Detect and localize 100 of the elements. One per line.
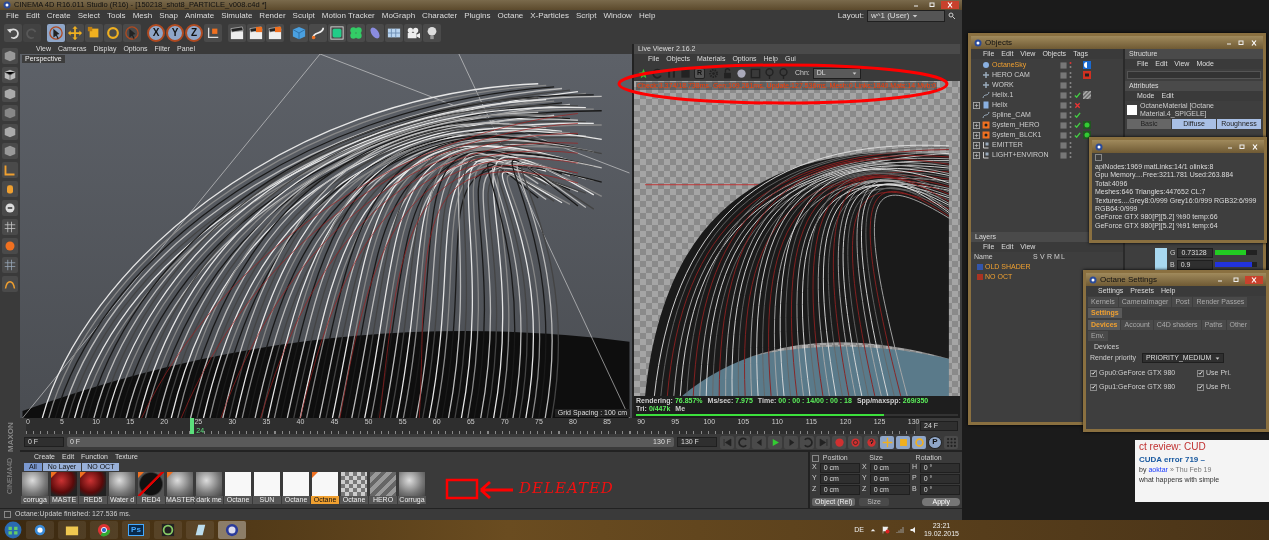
parameter-key-button[interactable]: P <box>928 435 942 449</box>
side-tool-button[interactable] <box>2 162 18 178</box>
menu-item[interactable]: MoGraph <box>381 11 416 21</box>
menu-item[interactable]: Create <box>46 11 71 21</box>
render-button[interactable] <box>266 24 284 42</box>
menu-item[interactable]: Animate <box>184 11 215 21</box>
side-tool-button[interactable] <box>2 67 18 83</box>
device-checkbox[interactable] <box>1090 383 1097 391</box>
menu-item[interactable]: X-Particles <box>530 11 569 21</box>
app-icon <box>97 523 111 537</box>
menu-item[interactable]: Simulate <box>221 11 253 21</box>
taskbar-app[interactable] <box>218 521 246 539</box>
menu-item[interactable]: Plugins <box>464 11 491 21</box>
object-button[interactable] <box>423 24 441 42</box>
chevron-up-icon[interactable] <box>869 527 876 533</box>
transport-button[interactable] <box>912 435 926 449</box>
side-tool-button[interactable] <box>2 181 18 197</box>
tool-button[interactable] <box>66 24 84 42</box>
menu-item[interactable]: File <box>6 11 19 21</box>
pause-icon[interactable] <box>666 68 677 79</box>
restart-icon[interactable] <box>652 68 663 79</box>
checkbox[interactable] <box>1095 154 1102 161</box>
app-icon <box>33 523 47 537</box>
start-orb-icon[interactable] <box>4 521 22 539</box>
transport-button[interactable] <box>896 435 910 449</box>
menu-item[interactable]: Help <box>638 11 656 21</box>
tool-button[interactable] <box>85 24 103 42</box>
flag-icon[interactable] <box>881 526 890 534</box>
axis-button[interactable]: X <box>147 24 165 42</box>
side-tool-button[interactable] <box>2 219 18 235</box>
taskbar-app[interactable] <box>58 521 86 539</box>
transport-button[interactable] <box>768 435 782 449</box>
move-cross-icon <box>68 26 82 40</box>
side-tool-button[interactable] <box>2 200 18 216</box>
caret-icon <box>912 13 919 19</box>
clapperboard-icon <box>268 26 282 40</box>
menu-item[interactable]: Select <box>77 11 100 21</box>
axis-button[interactable]: Y <box>166 24 184 42</box>
use-priority-checkbox[interactable] <box>1197 369 1204 377</box>
app-icon <box>193 523 207 537</box>
magnet-icon <box>4 202 16 214</box>
menu-item[interactable]: Motion Tracker <box>321 11 375 21</box>
taskbar-app[interactable]: Ps <box>122 521 150 539</box>
taskbar-app[interactable] <box>90 521 118 539</box>
maximize-icon[interactable] <box>1236 38 1246 47</box>
curve-icon <box>4 278 16 290</box>
menu-item[interactable]: Octane <box>497 11 524 21</box>
expand-icon <box>973 151 980 159</box>
object-button[interactable] <box>290 24 308 42</box>
render-button[interactable] <box>247 24 265 42</box>
object-button[interactable] <box>328 24 346 42</box>
stop-icon[interactable] <box>680 68 691 79</box>
transport-button[interactable] <box>864 435 878 449</box>
taskbar-app[interactable] <box>26 521 54 539</box>
taskbar-app[interactable] <box>186 521 214 539</box>
axis-button[interactable]: Z <box>185 24 203 42</box>
angle-icon <box>4 164 16 176</box>
maximize-icon[interactable] <box>1237 142 1247 151</box>
menu-item[interactable]: Mesh <box>132 11 153 21</box>
close-icon[interactable] <box>941 1 959 9</box>
material-preview <box>22 472 48 497</box>
menu-item[interactable]: Render <box>259 11 286 21</box>
speaker-icon[interactable] <box>909 526 918 534</box>
device-checkbox[interactable] <box>1090 369 1097 377</box>
expand-icon <box>973 131 980 139</box>
tool-button[interactable] <box>47 24 65 42</box>
object-type-icon <box>982 131 990 139</box>
taskbar-app[interactable] <box>154 521 182 539</box>
camera-icon <box>406 26 420 40</box>
visibility-dots-icon <box>1069 101 1072 109</box>
undo-button[interactable] <box>4 24 22 42</box>
sphere-icon[interactable] <box>736 68 747 79</box>
object-button[interactable] <box>385 24 403 42</box>
checker-cube-icon <box>4 69 16 81</box>
object-button[interactable] <box>404 24 422 42</box>
tool-button[interactable] <box>123 24 141 42</box>
menu-item[interactable]: Snap <box>159 11 178 21</box>
dot-grid-icon <box>945 436 957 448</box>
menu-item[interactable]: Tools <box>106 11 126 21</box>
menu-item[interactable]: Edit <box>25 11 40 21</box>
refresh-star-icon[interactable] <box>638 68 649 79</box>
axes-cube-icon <box>206 26 220 40</box>
object-button[interactable] <box>347 24 365 42</box>
tool-button[interactable] <box>104 24 122 42</box>
app-logo-icon <box>1089 275 1097 284</box>
object-button[interactable] <box>309 24 327 42</box>
use-priority-checkbox[interactable] <box>1197 383 1204 391</box>
rounded-square-icon <box>330 26 344 40</box>
app-icon-label: Ps <box>128 524 144 536</box>
scale-square-icon <box>897 436 909 448</box>
menu-item[interactable]: Character <box>422 11 458 21</box>
menu-item[interactable]: Script <box>575 11 597 21</box>
transport-button[interactable] <box>880 435 894 449</box>
checkbox[interactable] <box>812 454 819 462</box>
close-icon[interactable] <box>1245 275 1263 284</box>
coordinate-system-button[interactable] <box>204 24 222 42</box>
layout-dropdown[interactable]: w^1 (User) <box>867 10 945 22</box>
menu-item[interactable]: Window <box>603 11 632 21</box>
menu-item[interactable]: Sculpt <box>292 11 315 21</box>
render-button[interactable] <box>228 24 246 42</box>
